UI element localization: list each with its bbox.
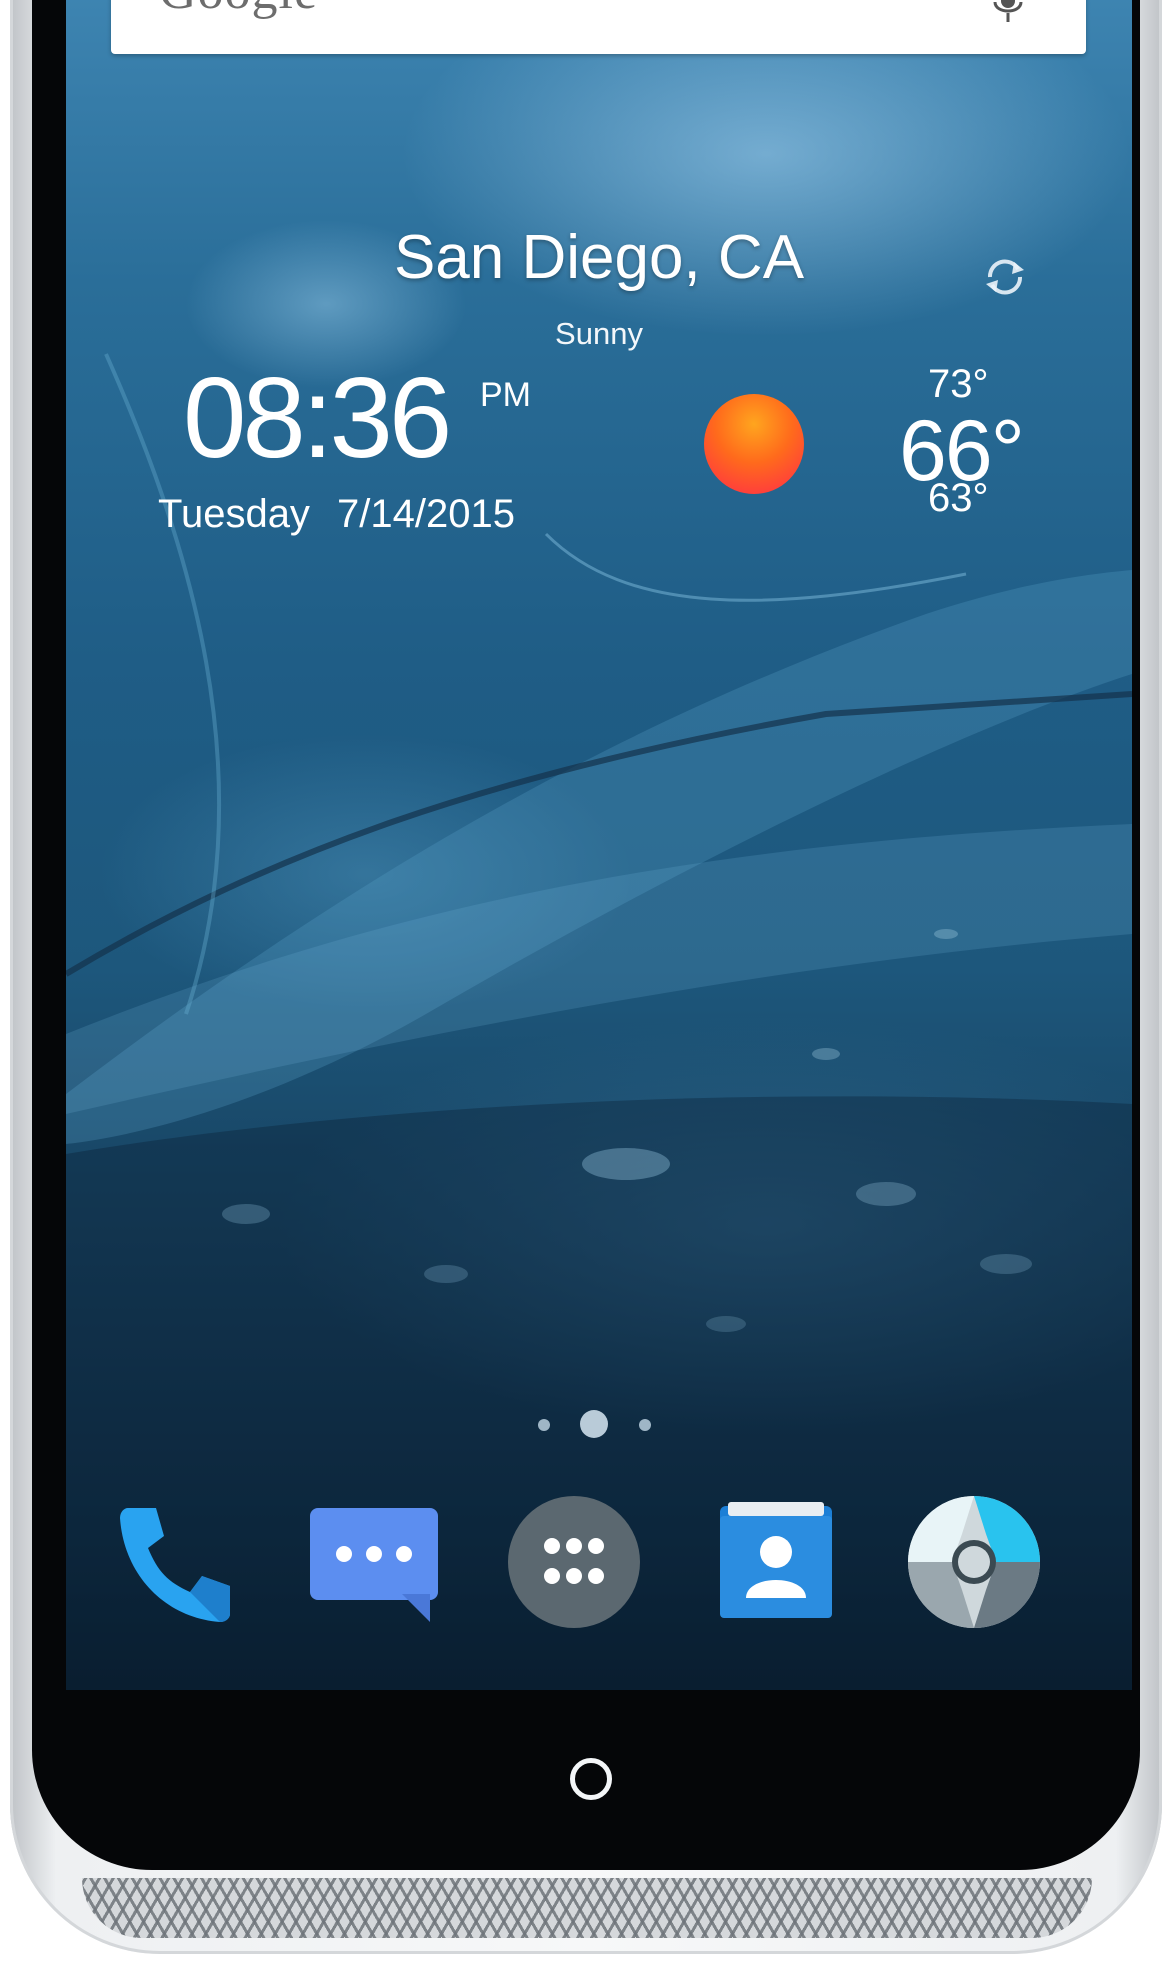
clock-date: 7/14/2015 — [337, 492, 515, 536]
clock-day: Tuesday — [158, 492, 310, 536]
camera-icon — [908, 1496, 1040, 1628]
app-drawer-icon[interactable] — [506, 1494, 642, 1630]
messages-app-icon[interactable] — [306, 1494, 442, 1630]
phone-icon — [120, 1508, 230, 1622]
phone-body: Google San Diego, CA Sunny 08:36 PM Tues… — [10, 0, 1162, 1954]
refresh-icon[interactable] — [978, 250, 1032, 304]
page-dot[interactable] — [639, 1419, 651, 1431]
clock-ampm: PM — [480, 376, 531, 414]
messages-icon — [310, 1508, 438, 1622]
apps-icon — [508, 1496, 640, 1628]
google-logo: Google — [159, 0, 318, 21]
phone-app-icon[interactable] — [106, 1494, 242, 1630]
mic-icon[interactable] — [990, 0, 1026, 30]
contacts-icon — [720, 1502, 832, 1618]
page-dot-active[interactable] — [580, 1410, 608, 1438]
home-screen: Google San Diego, CA Sunny 08:36 PM Tues… — [66, 0, 1132, 1690]
speaker-grill — [82, 1878, 1092, 1938]
sun-icon — [704, 394, 804, 494]
temp-low: 63° — [928, 476, 989, 520]
temp-high: 73° — [928, 362, 989, 406]
camera-app-icon[interactable] — [906, 1494, 1042, 1630]
clock-time[interactable]: 08:36 — [183, 362, 452, 476]
page-dot[interactable] — [538, 1419, 550, 1431]
weather-city: San Diego, CA — [393, 223, 805, 292]
google-search-bar[interactable]: Google — [111, 0, 1086, 54]
weather-condition: Sunny — [555, 316, 643, 351]
contacts-app-icon[interactable] — [706, 1494, 842, 1630]
home-button[interactable] — [570, 1758, 612, 1800]
